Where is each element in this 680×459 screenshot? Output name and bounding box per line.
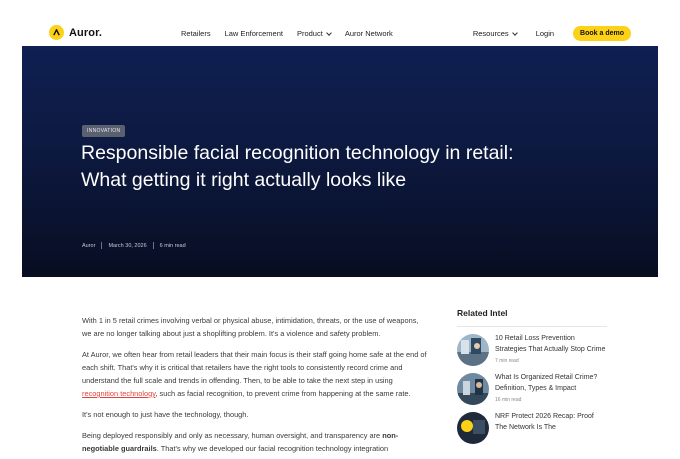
nav-link-resources[interactable]: Resources bbox=[473, 29, 518, 38]
auror-logo-icon bbox=[49, 25, 64, 40]
logo-text: Auror. bbox=[69, 26, 102, 39]
nav-link-auror-network[interactable]: Auror Network bbox=[345, 29, 393, 38]
hero-banner: INNOVATION Responsible facial recognitio… bbox=[22, 46, 658, 277]
login-link[interactable]: Login bbox=[536, 29, 554, 38]
article-thumbnail bbox=[457, 373, 489, 405]
related-article-title: 10 Retail Loss Prevention Strategies Tha… bbox=[495, 335, 606, 353]
paragraph: At Auror, we often hear from retail lead… bbox=[82, 350, 427, 398]
nav-link-law-enforcement[interactable]: Law Enforcement bbox=[225, 29, 283, 38]
related-intel-heading: Related Intel bbox=[457, 308, 607, 327]
recognition-technology-link[interactable]: recognition technology bbox=[82, 389, 155, 398]
book-demo-button[interactable]: Book a demo bbox=[573, 26, 631, 41]
chevron-down-icon bbox=[511, 29, 518, 36]
chevron-down-icon bbox=[325, 29, 332, 36]
related-article[interactable]: What Is Organized Retail Crime? Definiti… bbox=[457, 373, 607, 405]
related-article[interactable]: NRF Protect 2026 Recap: Proof The Networ… bbox=[457, 412, 607, 444]
paragraph: Being deployed responsibly and only as n… bbox=[82, 431, 399, 453]
top-nav: Auror. Retailers Law Enforcement Product… bbox=[0, 0, 680, 46]
meta-divider bbox=[152, 242, 154, 249]
article-meta: Auror March 30, 2026 6 min read bbox=[82, 242, 186, 249]
related-article[interactable]: 10 Retail Loss Prevention Strategies Tha… bbox=[457, 334, 607, 366]
primary-nav: Retailers Law Enforcement Product Auror … bbox=[181, 29, 393, 38]
related-article-read-time: 7 min read bbox=[495, 358, 519, 364]
read-time: 6 min read bbox=[159, 242, 186, 249]
category-tag[interactable]: INNOVATION bbox=[82, 125, 126, 137]
related-article-title: What Is Organized Retail Crime? Definiti… bbox=[495, 374, 598, 392]
nav-link-retailers[interactable]: Retailers bbox=[181, 29, 211, 38]
related-intel-sidebar: Related Intel 10 Retail Loss Prevention … bbox=[457, 308, 607, 444]
nav-right: Resources Login Book a demo bbox=[473, 26, 631, 41]
article-thumbnail bbox=[457, 334, 489, 366]
related-article-read-time: 16 min read bbox=[495, 397, 522, 403]
auror-logo[interactable]: Auror. bbox=[49, 25, 102, 40]
author-name: Auror bbox=[82, 242, 96, 249]
paragraph: It's not enough to just have the technol… bbox=[82, 410, 249, 419]
paragraph: With 1 in 5 retail crimes involving verb… bbox=[82, 316, 419, 338]
article-body: With 1 in 5 retail crimes involving verb… bbox=[82, 314, 427, 459]
nav-link-product[interactable]: Product bbox=[297, 29, 332, 38]
article-thumbnail bbox=[457, 412, 489, 444]
meta-divider bbox=[101, 242, 103, 249]
article-title: Responsible facial recognition technolog… bbox=[81, 142, 514, 191]
related-article-title: NRF Protect 2026 Recap: Proof The Networ… bbox=[495, 413, 594, 431]
publish-date: March 30, 2026 bbox=[108, 242, 147, 249]
